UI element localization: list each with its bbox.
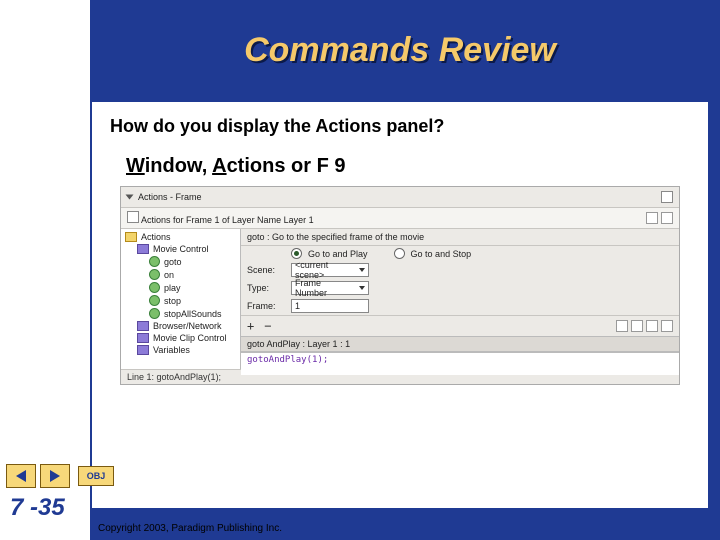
radio-goto-play[interactable] [291, 248, 302, 259]
tree-group-label: Movie Control [153, 244, 209, 254]
answer-actions-u: A [212, 155, 226, 177]
tree-root[interactable]: Actions [123, 231, 238, 243]
frame-label: Frame: [247, 301, 285, 311]
action-icon [149, 282, 160, 293]
action-description: goto : Go to the specified frame of the … [241, 229, 679, 246]
type-value: Frame Number [295, 278, 355, 298]
action-icon [149, 308, 160, 319]
question-text: How do you display the Actions panel? [110, 116, 694, 137]
scene-value: <current scene> [295, 260, 355, 280]
book-icon [137, 244, 149, 254]
panel-subheader: Actions for Frame 1 of Layer Name Layer … [121, 208, 679, 229]
objectives-button[interactable]: OBJ [78, 466, 114, 486]
prev-slide-button[interactable] [6, 464, 36, 488]
tree-item-label: stopAllSounds [164, 309, 222, 319]
action-icon [149, 256, 160, 267]
tree-group-label: Browser/Network [153, 321, 222, 331]
folder-icon [125, 232, 137, 242]
arrow-right-icon [50, 470, 60, 482]
tree-group[interactable]: Movie Clip Control [123, 332, 238, 344]
check-icon[interactable] [646, 320, 658, 332]
replace-icon[interactable] [631, 320, 643, 332]
script-icon [127, 211, 139, 223]
tree-item-label: stop [164, 296, 181, 306]
frame-input[interactable]: 1 [291, 299, 369, 313]
radio-goto-stop[interactable] [394, 248, 405, 259]
panel-menu-icon[interactable] [661, 191, 673, 203]
book-icon [137, 333, 149, 343]
tree-item-label: on [164, 270, 174, 280]
options-icon[interactable] [661, 212, 673, 224]
slide: Commands Review How do you display the A… [0, 0, 720, 540]
tree-item-label: play [164, 283, 181, 293]
panel-body: Actions Movie Control goto on play stop … [121, 229, 679, 369]
book-icon [137, 321, 149, 331]
radio-row: Go to and Play Go to and Stop [241, 246, 679, 261]
scene-select[interactable]: <current scene> [291, 263, 369, 277]
type-select[interactable]: Frame Number [291, 281, 369, 295]
tree-group[interactable]: Movie Control [123, 243, 238, 255]
frame-row: Frame: 1 [241, 297, 679, 315]
copyright-text: Copyright 2003, Paradigm Publishing Inc. [98, 523, 282, 534]
answer-window-rest: indow, [145, 155, 212, 177]
tree-item[interactable]: stopAllSounds [123, 307, 238, 320]
auto-icon[interactable] [661, 320, 673, 332]
action-icon [149, 295, 160, 306]
collapse-icon[interactable] [126, 195, 134, 200]
radio-play-label: Go to and Play [308, 249, 368, 259]
code-header: goto AndPlay : Layer 1 : 1 [241, 336, 679, 352]
scene-row: Scene: <current scene> [241, 261, 679, 279]
next-slide-button[interactable] [40, 464, 70, 488]
script-toolbar: + − [241, 315, 679, 336]
tree-group-label: Variables [153, 345, 190, 355]
tree-item[interactable]: goto [123, 255, 238, 268]
actions-tree[interactable]: Actions Movie Control goto on play stop … [121, 229, 241, 369]
answer-window-u: W [126, 155, 145, 177]
scene-label: Scene: [247, 265, 285, 275]
book-icon [137, 345, 149, 355]
panel-titlebar[interactable]: Actions - Frame [121, 187, 679, 208]
type-row: Type: Frame Number [241, 279, 679, 297]
radio-stop-label: Go to and Stop [411, 249, 472, 259]
tree-item[interactable]: on [123, 268, 238, 281]
find-icon[interactable] [616, 320, 628, 332]
tree-group[interactable]: Variables [123, 344, 238, 356]
panel-tab-label: Actions - Frame [138, 192, 202, 202]
tree-group[interactable]: Browser/Network [123, 320, 238, 332]
tree-item[interactable]: stop [123, 294, 238, 307]
page-number: 7 -35 [10, 494, 65, 522]
actions-panel: Actions - Frame Actions for Frame 1 of L… [120, 186, 680, 385]
tree-group-label: Movie Clip Control [153, 333, 227, 343]
code-body[interactable]: gotoAndPlay(1); [241, 352, 679, 375]
tree-item[interactable]: play [123, 281, 238, 294]
panel-sub-label: Actions for Frame 1 of Layer Name Layer … [141, 215, 314, 225]
tree-root-label: Actions [141, 232, 171, 242]
arrow-left-icon [16, 470, 26, 482]
tree-item-label: goto [164, 257, 182, 267]
script-tool-icons [616, 320, 673, 332]
parameters-pane: goto : Go to the specified frame of the … [241, 229, 679, 369]
add-action-button[interactable]: + [247, 319, 254, 333]
action-icon [149, 269, 160, 280]
type-label: Type: [247, 283, 285, 293]
panel-sub-tools [646, 212, 673, 224]
answer-text: Window, Actions or F 9 [126, 155, 694, 178]
slide-title: Commands Review [244, 31, 556, 70]
pin-icon[interactable] [646, 212, 658, 224]
slide-nav: OBJ [6, 464, 114, 488]
answer-actions-rest: ctions or F 9 [227, 155, 346, 177]
frame-value: 1 [295, 301, 300, 311]
content-area: How do you display the Actions panel? Wi… [90, 100, 710, 510]
sidebar [0, 0, 90, 540]
title-bar: Commands Review [90, 10, 710, 90]
remove-action-button[interactable]: − [264, 319, 271, 333]
obj-label: OBJ [87, 471, 106, 481]
